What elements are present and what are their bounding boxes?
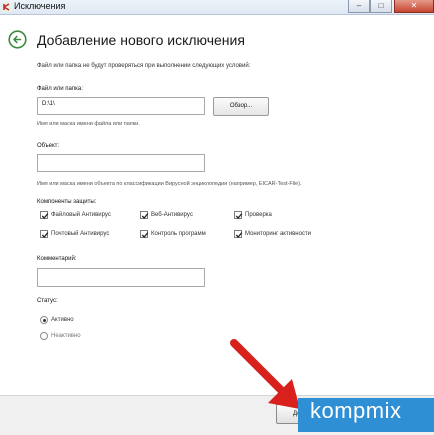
checkbox-label: Файловый Антивирус bbox=[51, 212, 111, 218]
red-arrow-icon bbox=[230, 339, 300, 409]
radio-inactive[interactable] bbox=[40, 332, 48, 340]
browse-button[interactable]: Обзор... bbox=[213, 97, 269, 116]
minimize-button[interactable]: – bbox=[348, 0, 370, 13]
checkbox-label: Проверка bbox=[245, 212, 272, 218]
file-label: Файл или папка: bbox=[37, 86, 83, 92]
checkbox-label: Почтовый Антивирус bbox=[51, 231, 110, 237]
object-input[interactable] bbox=[37, 154, 205, 172]
checkbox-web-antivirus[interactable] bbox=[140, 211, 149, 219]
file-path-input[interactable]: D:\1\ bbox=[37, 97, 205, 115]
checkbox-application-control[interactable] bbox=[140, 230, 149, 238]
comment-input[interactable] bbox=[37, 268, 205, 287]
checkmark-icon bbox=[41, 232, 49, 238]
kaspersky-logo-icon bbox=[2, 2, 12, 12]
status-label: Статус: bbox=[37, 298, 58, 304]
checkbox-label: Контроль программ bbox=[151, 231, 206, 237]
window-titlebar: Исключения – □ ✕ bbox=[0, 0, 434, 15]
checkbox-activity-monitor[interactable] bbox=[234, 230, 243, 238]
components-label: Компоненты защиты: bbox=[37, 199, 97, 205]
page-title: Добавление нового исключения bbox=[37, 32, 245, 48]
intro-text: Файл или папка не будут проверяться при … bbox=[37, 63, 251, 69]
file-hint: Имя или маска имени файла или папки. bbox=[37, 121, 140, 127]
window-title: Исключения bbox=[14, 1, 66, 11]
comment-label: Комментарий: bbox=[37, 256, 77, 262]
radio-active[interactable] bbox=[40, 316, 48, 324]
checkmark-icon bbox=[41, 213, 49, 219]
object-label: Объект: bbox=[37, 143, 60, 149]
checkbox-scan[interactable] bbox=[234, 211, 243, 219]
checkmark-icon bbox=[141, 232, 149, 238]
checkbox-label: Веб-Антивирус bbox=[151, 212, 193, 218]
back-arrow-icon[interactable] bbox=[8, 30, 27, 49]
checkbox-label: Мониторинг активности bbox=[245, 231, 312, 237]
checkmark-icon bbox=[235, 213, 243, 219]
radio-label: Неактивно bbox=[51, 333, 81, 339]
checkbox-mail-antivirus[interactable] bbox=[40, 230, 49, 238]
object-hint: Имя или маска имени объекта по классифик… bbox=[37, 181, 302, 187]
checkbox-file-antivirus[interactable] bbox=[40, 211, 49, 219]
radio-label: Активно bbox=[51, 317, 74, 323]
checkmark-icon bbox=[141, 213, 149, 219]
maximize-button[interactable]: □ bbox=[370, 0, 392, 13]
close-button[interactable]: ✕ bbox=[394, 0, 434, 13]
checkmark-icon bbox=[235, 232, 243, 238]
watermark-text: kompmix bbox=[310, 398, 402, 423]
